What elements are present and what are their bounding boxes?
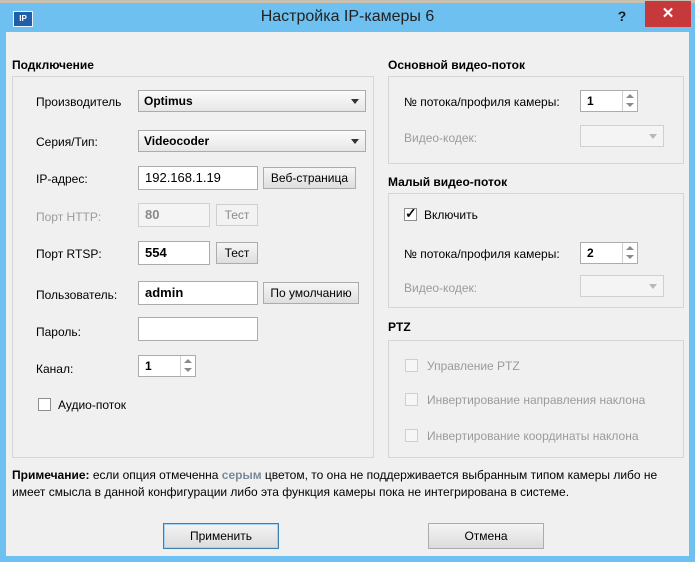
window-frame-bottom xyxy=(0,556,695,562)
spin-buttons[interactable] xyxy=(622,91,637,111)
manufacturer-label: Производитель xyxy=(36,95,122,109)
connection-section-title: Подключение xyxy=(12,58,94,72)
sub-codec-select[interactable] xyxy=(580,275,664,297)
spin-up-icon xyxy=(626,94,634,98)
http-test-button[interactable]: Тест xyxy=(216,204,258,226)
spin-up-icon xyxy=(626,246,634,250)
password-label: Пароль: xyxy=(36,325,81,339)
series-label: Серия/Тип: xyxy=(36,135,98,149)
close-button[interactable]: ✕ xyxy=(645,1,691,27)
ip-label: IP-адрес: xyxy=(36,172,88,186)
series-value: Videocoder xyxy=(144,134,210,148)
window-title: Настройка IP-камеры 6 xyxy=(260,8,435,25)
user-input[interactable]: admin xyxy=(138,281,258,305)
manufacturer-select[interactable]: Optimus xyxy=(138,90,366,112)
spin-buttons[interactable] xyxy=(180,356,195,376)
http-port-label: Порт HTTP: xyxy=(36,210,102,224)
series-select[interactable]: Videocoder xyxy=(138,130,366,152)
main-profile-label: № потока/профиля камеры: xyxy=(404,95,560,109)
note-text: Примечание: если опция отмеченна серым ц… xyxy=(12,467,684,501)
enable-sub-stream-label: Включить xyxy=(424,208,478,222)
default-button[interactable]: По умолчанию xyxy=(263,282,359,304)
web-page-button[interactable]: Веб-страница xyxy=(263,167,356,189)
note-prefix: Примечание: xyxy=(12,468,90,482)
manufacturer-value: Optimus xyxy=(144,94,193,108)
ptz-control-label: Управление PTZ xyxy=(427,359,520,373)
checkmark-icon: ✓ xyxy=(405,205,417,221)
ip-input[interactable]: 192.168.1.19 xyxy=(138,166,258,190)
note-gray-word: серым xyxy=(221,468,262,482)
main-profile-spinbox[interactable]: 1 xyxy=(580,90,638,112)
rtsp-port-label: Порт RTSP: xyxy=(36,247,102,261)
spin-buttons[interactable] xyxy=(622,243,637,263)
ptz-control-checkbox[interactable] xyxy=(405,359,418,372)
enable-sub-stream-checkbox[interactable]: ✓ xyxy=(404,205,417,221)
http-port-input[interactable]: 80 xyxy=(138,203,210,227)
main-codec-label: Видео-кодек: xyxy=(404,131,478,145)
chevron-down-icon xyxy=(649,134,657,139)
spin-down-icon xyxy=(184,368,192,372)
spin-up-icon xyxy=(184,359,192,363)
invert-coords-label: Инвертирование координаты наклона xyxy=(427,429,639,443)
audio-checkbox[interactable] xyxy=(38,398,51,411)
rtsp-port-input[interactable]: 554 xyxy=(138,241,210,265)
chevron-down-icon xyxy=(351,139,359,144)
sub-codec-label: Видео-кодек: xyxy=(404,281,478,295)
sub-profile-label: № потока/профиля камеры: xyxy=(404,247,560,261)
channel-value: 1 xyxy=(145,359,152,373)
user-label: Пользователь: xyxy=(36,288,118,302)
main-profile-value: 1 xyxy=(587,94,594,108)
window-frame-right xyxy=(689,32,695,562)
main-codec-select[interactable] xyxy=(580,125,664,147)
apply-button[interactable]: Применить xyxy=(163,523,279,549)
invert-coords-checkbox[interactable] xyxy=(405,429,418,442)
rtsp-test-button[interactable]: Тест xyxy=(216,242,258,264)
sub-profile-value: 2 xyxy=(587,246,594,260)
channel-spinbox[interactable]: 1 xyxy=(138,355,196,377)
ptz-section-title: PTZ xyxy=(388,320,411,334)
audio-label: Аудио-поток xyxy=(58,398,127,412)
help-button[interactable]: ? xyxy=(610,5,634,27)
sub-stream-section-title: Малый видео-поток xyxy=(388,175,508,189)
invert-direction-checkbox[interactable] xyxy=(405,393,418,406)
main-stream-section-title: Основной видео-поток xyxy=(388,58,525,72)
spin-down-icon xyxy=(626,103,634,107)
chevron-down-icon xyxy=(351,99,359,104)
note-part-1: если опция отмеченна xyxy=(89,468,222,482)
main-stream-groupbox xyxy=(388,76,684,164)
chevron-down-icon xyxy=(649,284,657,289)
cancel-button[interactable]: Отмена xyxy=(428,523,544,549)
channel-label: Канал: xyxy=(36,362,74,376)
spin-down-icon xyxy=(626,255,634,259)
password-input[interactable] xyxy=(138,317,258,341)
invert-direction-label: Инвертирование направления наклона xyxy=(427,393,646,407)
sub-profile-spinbox[interactable]: 2 xyxy=(580,242,638,264)
